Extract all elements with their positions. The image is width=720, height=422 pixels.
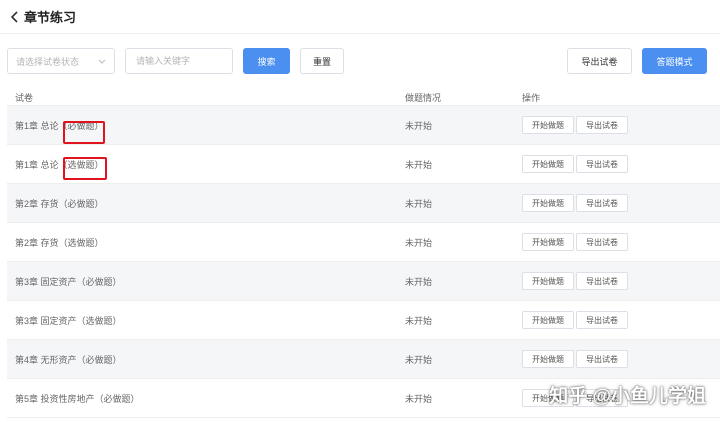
table-row: 第2章 存货（必做题） 未开始 开始做题 导出试卷 (7, 184, 720, 223)
table-body: 第1章 总论（必做题） 未开始 开始做题 导出试卷 第1章 总论（选做题） 未开始 开始做题… (7, 106, 720, 418)
exam-status: 未开始 (405, 238, 433, 248)
table-row: 第2章 存货（选做题） 未开始 开始做题 导出试卷 (7, 223, 720, 262)
exam-status: 未开始 (405, 277, 433, 287)
exam-status: 未开始 (405, 394, 433, 404)
start-practice-button[interactable]: 开始做题 (522, 233, 574, 251)
search-button[interactable]: 搜索 (243, 48, 290, 74)
exam-name: 第2章 存货（必做题） (15, 199, 104, 209)
export-exam-button[interactable]: 导出试卷 (576, 350, 628, 368)
start-practice-button[interactable]: 开始做题 (522, 194, 574, 212)
exam-status: 未开始 (405, 199, 433, 209)
exam-status: 未开始 (405, 121, 433, 131)
exam-status: 未开始 (405, 160, 433, 170)
chevron-left-icon[interactable] (8, 10, 22, 24)
column-header-exam: 试卷 (15, 93, 34, 103)
chevron-down-icon (98, 57, 106, 67)
table-row: 第1章 总论（选做题） 未开始 开始做题 导出试卷 (7, 145, 720, 184)
row-actions: 开始做题 导出试卷 (522, 116, 628, 134)
exam-name: 第3章 固定资产（必做题） (15, 277, 122, 287)
table-row: 第1章 总论（必做题） 未开始 开始做题 导出试卷 (7, 106, 720, 145)
keyword-input[interactable] (125, 48, 233, 74)
export-exam-button[interactable]: 导出试卷 (576, 116, 628, 134)
start-practice-button[interactable]: 开始做题 (522, 350, 574, 368)
start-practice-button[interactable]: 开始做题 (522, 116, 574, 134)
export-exam-button[interactable]: 导出试卷 (576, 155, 628, 173)
row-actions: 开始做题 导出试卷 (522, 194, 628, 212)
table-header: 试卷 做题情况 操作 (7, 86, 720, 106)
column-header-status: 做题情况 (405, 93, 442, 103)
table-row: 第4章 无形资产（必做题） 未开始 开始做题 导出试卷 (7, 340, 720, 379)
table-row: 第3章 固定资产（必做题） 未开始 开始做题 导出试卷 (7, 262, 720, 301)
row-actions: 开始做题 导出试卷 (522, 272, 628, 290)
row-actions: 开始做题 导出试卷 (522, 311, 628, 329)
status-select[interactable]: 请选择试卷状态 (7, 48, 115, 74)
highlight-box (63, 121, 105, 144)
row-actions: 开始做题 导出试卷 (522, 155, 628, 173)
export-exam-button[interactable]: 导出试卷 (576, 194, 628, 212)
page-title: 章节练习 (24, 10, 77, 25)
row-actions: 开始做题 导出试卷 (522, 233, 628, 251)
filter-toolbar: 请选择试卷状态 搜索 重置 导出试卷 答题模式 (0, 48, 720, 76)
highlight-box (63, 157, 107, 180)
exam-name: 第5章 投资性房地产（必做题） (15, 394, 140, 404)
exam-status: 未开始 (405, 316, 433, 326)
status-select-placeholder: 请选择试卷状态 (16, 56, 80, 67)
exam-status: 未开始 (405, 355, 433, 365)
start-practice-button[interactable]: 开始做题 (522, 272, 574, 290)
export-exam-button[interactable]: 导出试卷 (576, 311, 628, 329)
column-header-actions: 操作 (522, 93, 541, 103)
exam-name: 第2章 存货（选做题） (15, 238, 104, 248)
reset-button[interactable]: 重置 (300, 48, 344, 74)
start-practice-button[interactable]: 开始做题 (522, 155, 574, 173)
table-row: 第3章 固定资产（选做题） 未开始 开始做题 导出试卷 (7, 301, 720, 340)
exam-table: 试卷 做题情况 操作 第1章 总论（必做题） 未开始 开始做题 导出试卷 第1章 总论（… (7, 86, 720, 418)
zhihu-watermark: 知乎 @小鱼儿学姐 (549, 386, 706, 407)
exam-name: 第4章 无形资产（必做题） (15, 355, 122, 365)
exam-name: 第3章 固定资产（选做题） (15, 316, 122, 326)
answer-mode-button[interactable]: 答题模式 (642, 48, 707, 74)
export-exam-button[interactable]: 导出试卷 (576, 233, 628, 251)
page-header: 章节练习 (0, 0, 720, 34)
export-exam-button[interactable]: 导出试卷 (576, 272, 628, 290)
export-all-button[interactable]: 导出试卷 (567, 48, 632, 74)
row-actions: 开始做题 导出试卷 (522, 350, 628, 368)
start-practice-button[interactable]: 开始做题 (522, 311, 574, 329)
